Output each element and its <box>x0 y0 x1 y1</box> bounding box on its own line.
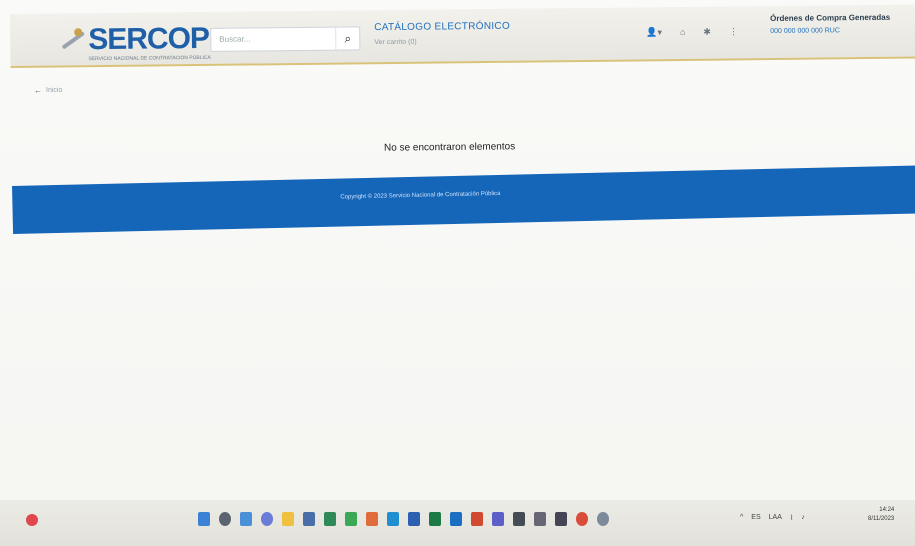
empty-results-message: No se encontraron elementos <box>383 141 516 154</box>
page: SERCOP SERVICIO NACIONAL DE CONTRATACIÓN… <box>0 0 915 546</box>
search-icon: ⌕ <box>344 30 352 45</box>
home-icon[interactable]: ⌂ <box>680 27 686 38</box>
breadcrumb[interactable]: ← Inicio <box>34 86 62 95</box>
powerpoint-icon[interactable] <box>471 512 483 526</box>
tray-overflow-icon[interactable]: ^ <box>740 514 743 522</box>
teams-icon[interactable] <box>492 512 504 526</box>
keyboard-layout[interactable]: LAA <box>769 514 782 522</box>
search-icon[interactable] <box>219 512 231 526</box>
system-clock[interactable]: 14:24 8/11/2023 <box>868 506 894 524</box>
clock-time: 14:24 <box>879 507 895 513</box>
edge-icon[interactable] <box>387 512 399 526</box>
search-input[interactable]: Buscar... <box>219 34 250 43</box>
breadcrumb-home[interactable]: Inicio <box>46 87 62 94</box>
media-icon[interactable] <box>555 512 567 526</box>
file-explorer-icon[interactable] <box>282 512 294 526</box>
task-view-icon[interactable] <box>240 512 252 526</box>
search-button[interactable]: ⌕ <box>335 27 360 50</box>
catalog-section: CATÁLOGO ELECTRÓNICO Ver carrito (0) <box>374 21 510 46</box>
mail-icon[interactable] <box>324 512 336 526</box>
user-block[interactable]: Órdenes de Compra Generadas 000 000 000 … <box>770 13 890 35</box>
user-name: Órdenes de Compra Generadas <box>770 12 891 24</box>
word-icon[interactable] <box>408 512 420 526</box>
clock-date: 8/11/2023 <box>868 516 895 522</box>
user-id: 000 000 000 000 RUC <box>770 27 840 36</box>
header-nav-icons: 👤▾ ⌂ ✱ ⋮ <box>646 26 738 38</box>
outlook-icon[interactable] <box>450 512 462 526</box>
top-header: SERCOP SERVICIO NACIONAL DE CONTRATACIÓN… <box>10 4 915 68</box>
chat-icon[interactable] <box>261 512 273 526</box>
excel-icon[interactable] <box>429 512 441 526</box>
logo-text: SERCOP <box>88 21 210 57</box>
calendar-icon[interactable] <box>345 512 357 526</box>
store-icon[interactable] <box>303 512 315 526</box>
start-icon[interactable] <box>198 512 210 526</box>
network-icon[interactable] <box>534 512 546 526</box>
search-box: Buscar... ⌕ <box>210 26 361 52</box>
os-taskbar: ^ ES LAA ⌇ ♪ 14:24 8/11/2023 <box>0 500 915 546</box>
cart-link[interactable]: Ver carrito (0) <box>374 38 510 46</box>
chrome-icon[interactable] <box>576 512 588 526</box>
copyright-text: Copyright © 2023 Servicio Nacional de Co… <box>340 190 501 201</box>
language-indicator[interactable]: ES <box>751 514 760 522</box>
settings-icon[interactable]: ✱ <box>703 27 711 38</box>
menu-icon[interactable]: ⋮ <box>729 26 738 37</box>
volume-icon[interactable]: ♪ <box>801 514 805 522</box>
system-tray: ^ ES LAA ⌇ ♪ <box>740 514 805 522</box>
back-arrow-icon[interactable]: ← <box>34 86 42 95</box>
catalog-title[interactable]: CATÁLOGO ELECTRÓNICO <box>374 21 510 33</box>
onenote-icon[interactable] <box>513 512 525 526</box>
wifi-icon[interactable]: ⌇ <box>790 514 793 522</box>
settings-icon[interactable] <box>597 512 609 526</box>
logo-subtitle: SERVICIO NACIONAL DE CONTRATACIÓN PÚBLIC… <box>88 54 211 63</box>
taskbar-apps <box>198 512 609 526</box>
weather-icon[interactable] <box>26 514 38 526</box>
sercop-logo[interactable]: SERCOP SERVICIO NACIONAL DE CONTRATACIÓN… <box>58 21 211 62</box>
user-icon[interactable]: 👤▾ <box>646 27 662 38</box>
footer-bar: Copyright © 2023 Servicio Nacional de Co… <box>12 165 915 234</box>
maps-icon[interactable] <box>366 512 378 526</box>
logo-mark-icon <box>58 26 88 54</box>
